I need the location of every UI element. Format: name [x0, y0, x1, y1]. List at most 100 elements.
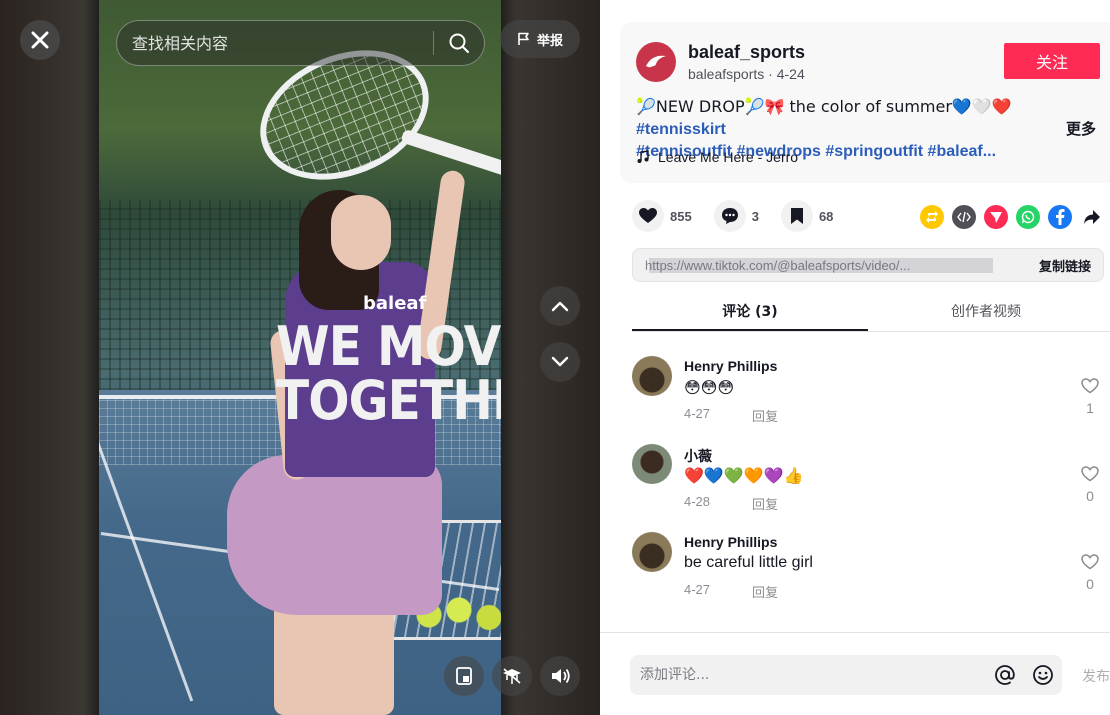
- volume-button[interactable]: [540, 656, 580, 696]
- emoji-button[interactable]: [1024, 655, 1062, 695]
- reply-button[interactable]: 回复: [752, 406, 778, 425]
- player-legs: [274, 600, 394, 715]
- music-title: Leave Me Here - Jerro: [658, 149, 799, 165]
- save-button[interactable]: 68: [780, 200, 834, 232]
- caption-text: 🎾NEW DROP🎾🎀 the color of summer💙🤍❤️: [636, 97, 1012, 116]
- whatsapp-button[interactable]: [1016, 205, 1040, 229]
- video-frame[interactable]: baleaf WE MOVE TOGETHER24: [99, 0, 501, 715]
- comment-like-count: 0: [1086, 576, 1094, 592]
- reply-button[interactable]: 回复: [752, 494, 778, 513]
- search-input[interactable]: [117, 21, 433, 65]
- author-meta: baleafsports · 4-24: [688, 66, 805, 82]
- reply-button[interactable]: 回复: [752, 582, 778, 601]
- embed-button[interactable]: [952, 205, 976, 229]
- search-button[interactable]: [434, 21, 484, 65]
- miniplayer-icon: [456, 667, 472, 685]
- comment-username[interactable]: Henry Phillips: [684, 534, 777, 550]
- search-bar[interactable]: [116, 20, 485, 66]
- avatar[interactable]: [632, 444, 672, 484]
- video-player[interactable]: baleaf WE MOVE TOGETHER24 举报: [0, 0, 600, 715]
- chevron-up-icon: [551, 301, 569, 312]
- previous-video-button[interactable]: [540, 286, 580, 326]
- repost-button[interactable]: [920, 205, 944, 229]
- details-panel: baleaf_sports baleafsports · 4-24 关注 🎾NE…: [600, 0, 1110, 715]
- report-label: 举报: [536, 33, 563, 49]
- comment-list: Henry Phillips 😳😳😳 4-27 回复 1 小薇 ❤️💙💚🧡💜👍 …: [632, 350, 1110, 614]
- share-icons: [920, 205, 1104, 229]
- facebook-button[interactable]: [1048, 205, 1072, 229]
- comment-input[interactable]: [630, 655, 986, 695]
- comment-item: 小薇 ❤️💙💚🧡💜👍 4-28 回复 0: [632, 438, 1110, 526]
- brand-logo-text: baleaf: [363, 293, 427, 314]
- comment-text: 😳😳😳: [684, 378, 735, 397]
- flag-icon: [518, 32, 529, 45]
- caption-more-button[interactable]: 更多: [1066, 118, 1096, 139]
- next-video-button[interactable]: [540, 342, 580, 382]
- quality-button[interactable]: [492, 656, 532, 696]
- comment-username[interactable]: 小薇: [684, 446, 712, 466]
- music-note-icon: [637, 150, 649, 163]
- copy-link-button[interactable]: 复制链接: [1027, 256, 1103, 275]
- comment-button[interactable]: 3: [713, 200, 759, 232]
- bookmark-icon: [790, 208, 803, 224]
- post-comment-button[interactable]: 发布: [1082, 666, 1110, 686]
- miniplayer-button[interactable]: [444, 656, 484, 696]
- comment-icon: [721, 208, 738, 224]
- author-name[interactable]: baleaf_sports: [688, 42, 805, 63]
- like-button[interactable]: 855: [632, 200, 692, 232]
- comment-date: 4-27: [684, 582, 711, 597]
- engagement-stats: 855 3 68: [632, 198, 855, 234]
- player-face: [331, 195, 391, 270]
- baleaf-logo-icon: [646, 55, 666, 69]
- follow-button[interactable]: 关注: [1004, 43, 1100, 79]
- embed-icon: [957, 211, 971, 223]
- volume-icon: [552, 668, 570, 684]
- player-skirt: [227, 455, 442, 615]
- search-icon: [449, 33, 469, 53]
- at-sign-icon: [995, 665, 1015, 685]
- repost-icon: [926, 211, 938, 223]
- comment-like-button[interactable]: 1: [1080, 378, 1100, 416]
- facebook-icon: [1056, 209, 1065, 225]
- whatsapp-icon: [1021, 210, 1035, 224]
- comment-text: be careful little girl: [684, 554, 813, 571]
- comment-item: Henry Phillips be careful little girl 4-…: [632, 526, 1110, 614]
- close-icon: [31, 31, 49, 49]
- comment-text: ❤️💙💚🧡💜👍: [684, 466, 804, 485]
- send-icon: [990, 212, 1002, 223]
- tab-comments[interactable]: 评论 (3): [632, 294, 868, 331]
- hashtag-link[interactable]: #tennisskirt: [636, 121, 726, 138]
- slogan-line-1: WE MOVE: [276, 315, 501, 378]
- comment-input-box[interactable]: [630, 655, 1062, 695]
- close-button[interactable]: [20, 20, 60, 60]
- mention-button[interactable]: [986, 655, 1024, 695]
- heart-outline-icon: [1081, 554, 1099, 570]
- author-avatar[interactable]: [636, 42, 676, 82]
- avatar[interactable]: [632, 532, 672, 572]
- panel-tabs: 评论 (3) 创作者视频: [632, 294, 1110, 332]
- share-link-box: https://www.tiktok.com/@baleafsports/vid…: [632, 248, 1104, 282]
- more-share-button[interactable]: [1080, 205, 1104, 229]
- heart-icon: [639, 208, 657, 223]
- smiley-icon: [1033, 665, 1053, 685]
- report-button[interactable]: 举报: [500, 20, 580, 58]
- comment-like-button[interactable]: 0: [1080, 466, 1100, 504]
- heart-outline-icon: [1081, 466, 1099, 482]
- chevron-down-icon: [551, 356, 569, 367]
- tab-creator-videos[interactable]: 创作者视频: [868, 294, 1104, 331]
- comment-date: 4-28: [684, 494, 711, 509]
- comment-like-button[interactable]: 0: [1080, 554, 1100, 592]
- author-card: baleaf_sports baleafsports · 4-24 关注 🎾NE…: [620, 22, 1110, 183]
- share-link-url[interactable]: https://www.tiktok.com/@baleafsports/vid…: [633, 257, 1027, 273]
- heart-outline-icon: [1081, 378, 1099, 394]
- comment-like-count: 0: [1086, 488, 1094, 504]
- share-arrow-icon: [1084, 210, 1100, 224]
- save-count: 68: [818, 208, 834, 224]
- avatar[interactable]: [632, 356, 672, 396]
- comment-date: 4-27: [684, 406, 711, 421]
- send-to-friends-button[interactable]: [984, 205, 1008, 229]
- comment-username[interactable]: Henry Phillips: [684, 358, 777, 374]
- music-link[interactable]: Leave Me Here - Jerro: [636, 149, 798, 165]
- slogan-line-2: TOGETHER: [276, 369, 501, 432]
- cap-icon: [503, 668, 521, 684]
